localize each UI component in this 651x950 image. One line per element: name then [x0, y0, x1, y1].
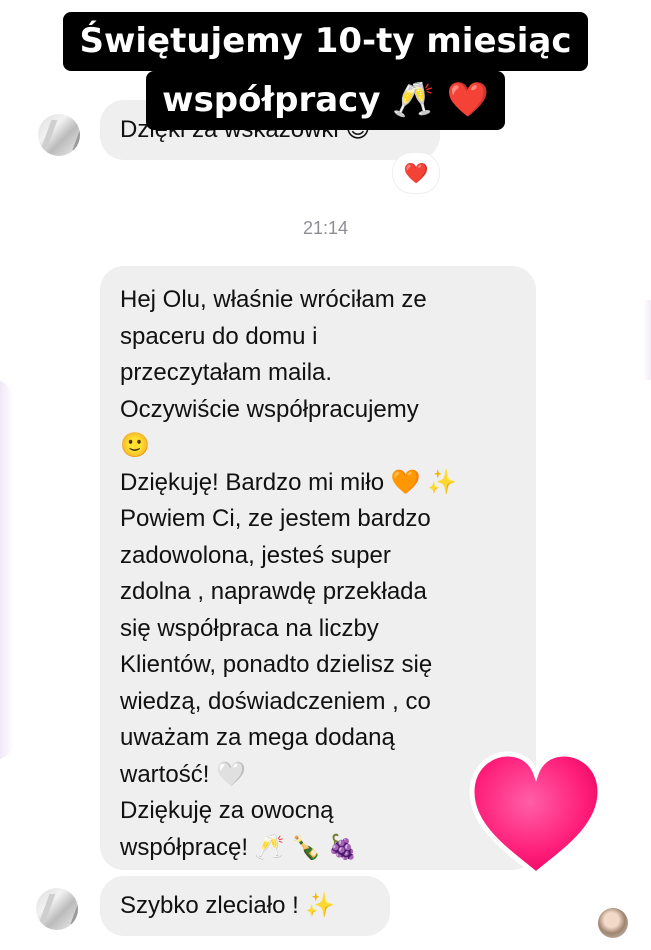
seen-avatar — [598, 908, 628, 938]
message-text-last: Szybko zleciało ! ✨ — [120, 892, 336, 919]
message-line: się współpraca na liczby — [120, 614, 379, 642]
message-line: Dziękuję! Bardzo mi miło 🧡 ✨ — [120, 468, 458, 496]
message-line: wiedzą, doświadczeniem , co — [120, 687, 431, 715]
message-line: 🙂 — [120, 432, 150, 459]
message-timestamp: 21:14 — [302, 218, 349, 238]
caption-line-2: współpracy 🥂 ❤️ — [146, 71, 505, 130]
message-line: Klientów, ponadto dzielisz się — [120, 651, 433, 678]
reaction-heart-badge[interactable]: ❤️ — [392, 152, 440, 194]
message-line: zadowolona, jesteś super — [120, 541, 391, 569]
contact-avatar-bottom[interactable] — [36, 888, 78, 930]
background-shape-right — [643, 300, 651, 380]
message-line: Powiem Ci, ze jestem bardzo — [120, 505, 431, 532]
heart-icon: ❤️ — [403, 161, 429, 185]
message-line: przeczytałam maila. — [120, 359, 333, 386]
message-line: zdolna , naprawdę przekłada — [120, 578, 427, 605]
message-line: Hej Olu, właśnie wróciłam ze — [120, 286, 427, 313]
caption-line-1: Świętujemy 10-ty miesiąc — [63, 12, 588, 71]
background-shape-left — [0, 380, 14, 760]
message-line: spaceru do domu i — [120, 322, 318, 350]
message-line: Oczywiście współpracujemy — [120, 395, 419, 423]
message-bubble-last[interactable]: Szybko zleciało ! ✨ — [100, 876, 390, 936]
heart-sticker-icon — [469, 751, 603, 878]
story-caption: Świętujemy 10-ty miesiąc współpracy 🥂 ❤️ — [0, 12, 651, 130]
